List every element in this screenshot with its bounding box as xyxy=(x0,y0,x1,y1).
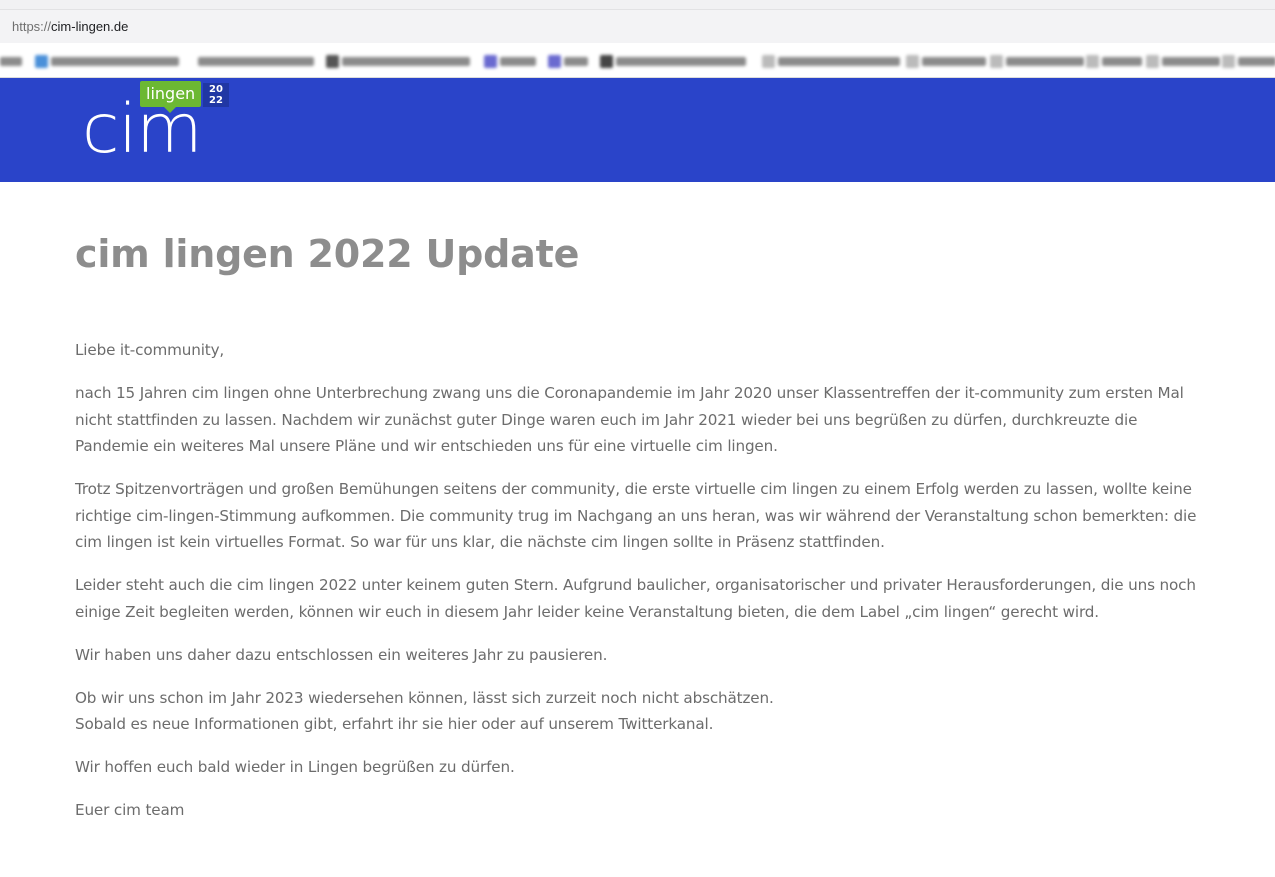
outlook-line: Sobald es neue Informationen gibt, erfah… xyxy=(75,715,714,733)
address-bar[interactable]: https://cim-lingen.de xyxy=(0,10,1275,43)
article-body: Liebe it-community, nach 15 Jahren cim l… xyxy=(75,337,1205,824)
bookmark-item[interactable] xyxy=(1146,54,1220,68)
bookmark-item[interactable] xyxy=(548,54,588,68)
greeting: Liebe it-community, xyxy=(75,341,225,359)
page-title: cim lingen 2022 Update xyxy=(75,232,580,276)
paragraph: nach 15 Jahren cim lingen ohne Unterbrec… xyxy=(75,384,1184,455)
outlook-paragraph: Ob wir uns schon im Jahr 2023 wiedersehe… xyxy=(75,685,1205,738)
logo-year-top: 20 xyxy=(209,84,223,95)
bookmark-item[interactable] xyxy=(906,54,986,68)
bookmark-item[interactable] xyxy=(1222,54,1275,68)
paragraph: Leider steht auch die cim lingen 2022 un… xyxy=(75,576,1196,621)
bookmark-item[interactable] xyxy=(1086,54,1142,68)
logo-year-badge: 20 22 xyxy=(203,83,229,107)
bookmark-item[interactable] xyxy=(990,54,1084,68)
bookmarks-bar xyxy=(0,43,1275,78)
bookmark-item[interactable] xyxy=(600,54,746,68)
address-bar-url[interactable]: https://cim-lingen.de xyxy=(12,19,128,34)
bookmark-item[interactable] xyxy=(484,54,536,68)
logo-tag: lingen xyxy=(140,81,202,113)
signature: Euer cim team xyxy=(75,801,185,819)
logo-year-bottom: 22 xyxy=(209,95,223,106)
bookmark-item[interactable] xyxy=(326,54,470,68)
outlook-line: Ob wir uns schon im Jahr 2023 wiedersehe… xyxy=(75,688,774,707)
closing: Wir hoffen euch bald wieder in Lingen be… xyxy=(75,758,515,776)
paragraph: Trotz Spitzenvorträgen und großen Bemühu… xyxy=(75,480,1197,551)
bookmark-item[interactable] xyxy=(0,54,22,68)
url-host: cim-lingen.de xyxy=(51,19,129,34)
cim-lingen-logo[interactable]: cim lingen 20 22 xyxy=(82,78,232,182)
bookmark-item[interactable] xyxy=(198,54,314,68)
paragraph: Wir haben uns daher dazu entschlossen ei… xyxy=(75,645,608,664)
url-scheme: https:// xyxy=(12,19,52,34)
bookmark-item[interactable] xyxy=(35,54,179,68)
article: cim lingen 2022 Update Liebe it-communit… xyxy=(75,228,1205,840)
site-header: cim lingen 20 22 xyxy=(0,78,1275,182)
browser-tab-strip xyxy=(0,0,1275,10)
bookmark-item[interactable] xyxy=(762,54,900,68)
